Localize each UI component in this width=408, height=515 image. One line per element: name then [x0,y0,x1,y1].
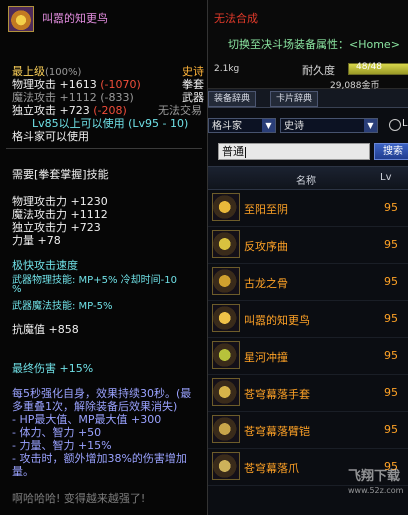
list-item-name: 叫嚣的知更鸟 [244,314,310,327]
list-item[interactable]: 星河冲撞 95 [208,338,408,375]
list-item[interactable]: 叫嚣的知更鸟 95 [208,301,408,338]
chevron-down-icon: ▼ [262,119,275,132]
tooltip-class-req: 格斗家可以使用 [12,130,89,143]
list-item[interactable]: 苍穹幕落臂铠 95 [208,412,408,449]
weapon-item-icon [212,415,240,443]
tab-equipment-dictionary[interactable]: 装备辞典 [208,91,257,107]
search-input-value: 普通 [222,145,244,158]
rarity-select[interactable]: 史诗 ▼ [280,118,378,133]
text-cursor-icon [245,146,246,158]
weapon-item-icon [212,378,240,406]
list-item-name: 至阳至阴 [244,203,288,216]
robin-claw-item-icon [8,6,34,32]
search-row: 普通 搜索 [208,141,408,163]
search-button[interactable]: 搜索 [374,143,408,160]
durability-value: 48/48 [356,62,382,72]
item-detail-header: 无法合成 切换至决斗场装备属性：<Home> 2.1kg 耐久度 48/48 2… [208,0,408,91]
tooltip-stat-str: 力量 +78 [12,234,61,247]
switch-attribute-link[interactable]: 切换至决斗场装备属性：<Home> [228,36,400,52]
tab-card-dictionary[interactable]: 卡片辞典 [270,91,319,107]
tooltip-item-name: 叫嚣的知更鸟 [42,12,108,25]
filter-row: 格斗家 ▼ 史诗 ▼ Lv [208,114,408,138]
list-item-level: 95 [384,238,398,251]
item-tooltip: 叫嚣的知更鸟 最上级(100%) 史诗 物理攻击 +1613 (-1070) 拳… [0,0,208,515]
tooltip-flavor-text: 啊哈哈哈! 变得越来越强了! [12,492,146,505]
list-item-name: 苍穹幕落爪 [244,462,299,475]
job-select[interactable]: 格斗家 ▼ [208,118,276,133]
list-item-name: 星河冲撞 [244,351,288,364]
tooltip-final-damage: 最终伤害 +15% [12,362,94,375]
list-item[interactable]: 至阳至阴 95 [208,190,408,227]
list-item-name: 苍穹幕落臂铠 [244,425,310,438]
list-item-level: 95 [384,201,398,214]
job-select-value: 格斗家 [212,121,242,132]
tooltip-skill-req: 需要[拳套掌握]技能 [12,168,109,181]
list-item-level: 95 [384,275,398,288]
watermark-url: www.52z.com [348,486,404,495]
list-item-level: 95 [384,349,398,362]
weapon-item-icon [212,304,240,332]
divider [6,148,202,149]
item-weight: 2.1kg [214,64,240,74]
tooltip-skill-phys: 武器物理技能: MP+5% 冷却时间-10 [12,275,177,286]
list-item-level: 95 [384,423,398,436]
watermark-title: 飞翔下载 [348,469,401,484]
column-name[interactable]: 名称 [296,172,316,187]
list-item-level: 95 [384,386,398,399]
chevron-down-icon: ▼ [364,119,377,132]
list-item-name: 古龙之骨 [244,277,288,290]
list-item-name: 苍穹幕落手套 [244,388,310,401]
cannot-synthesize-text: 无法合成 [214,12,258,25]
tooltip-skill-mag: 武器魔法技能: MP-5% [12,301,113,312]
list-item-name: 反攻序曲 [244,240,288,253]
tooltip-magic-resist: 抗魔值 +858 [12,323,79,336]
weapon-item-icon [212,230,240,258]
level-radio-icon[interactable] [389,119,401,131]
weapon-item-icon [212,452,240,480]
list-item[interactable]: 古龙之骨 95 [208,264,408,301]
weapon-item-icon [212,341,240,369]
list-column-header: 名称 Lv [208,166,408,190]
dictionary-tabs: 装备辞典 卡片辞典 [208,89,408,108]
list-item[interactable]: 苍穹幕落手套 95 [208,375,408,412]
site-watermark-logo: 飞翔下载 www.52z.com [348,470,408,512]
durability-label: 耐久度 [302,64,335,77]
tooltip-effect-6: - 攻击时，额外增加38%的伤害增加 [12,452,187,465]
list-item-level: 95 [384,312,398,325]
column-level[interactable]: Lv [380,172,392,183]
weapon-item-icon [212,267,240,295]
level-filter-label: Lv [402,118,408,129]
weapon-item-icon [212,193,240,221]
item-dictionary-window: 无法合成 切换至决斗场装备属性：<Home> 2.1kg 耐久度 48/48 2… [208,0,408,515]
tooltip-effect-7: 量。 [12,465,34,478]
search-input[interactable]: 普通 [218,143,370,160]
rarity-select-value: 史诗 [284,121,304,132]
list-item[interactable]: 反攻序曲 95 [208,227,408,264]
tooltip-skill-phys-cont: % [12,284,22,295]
